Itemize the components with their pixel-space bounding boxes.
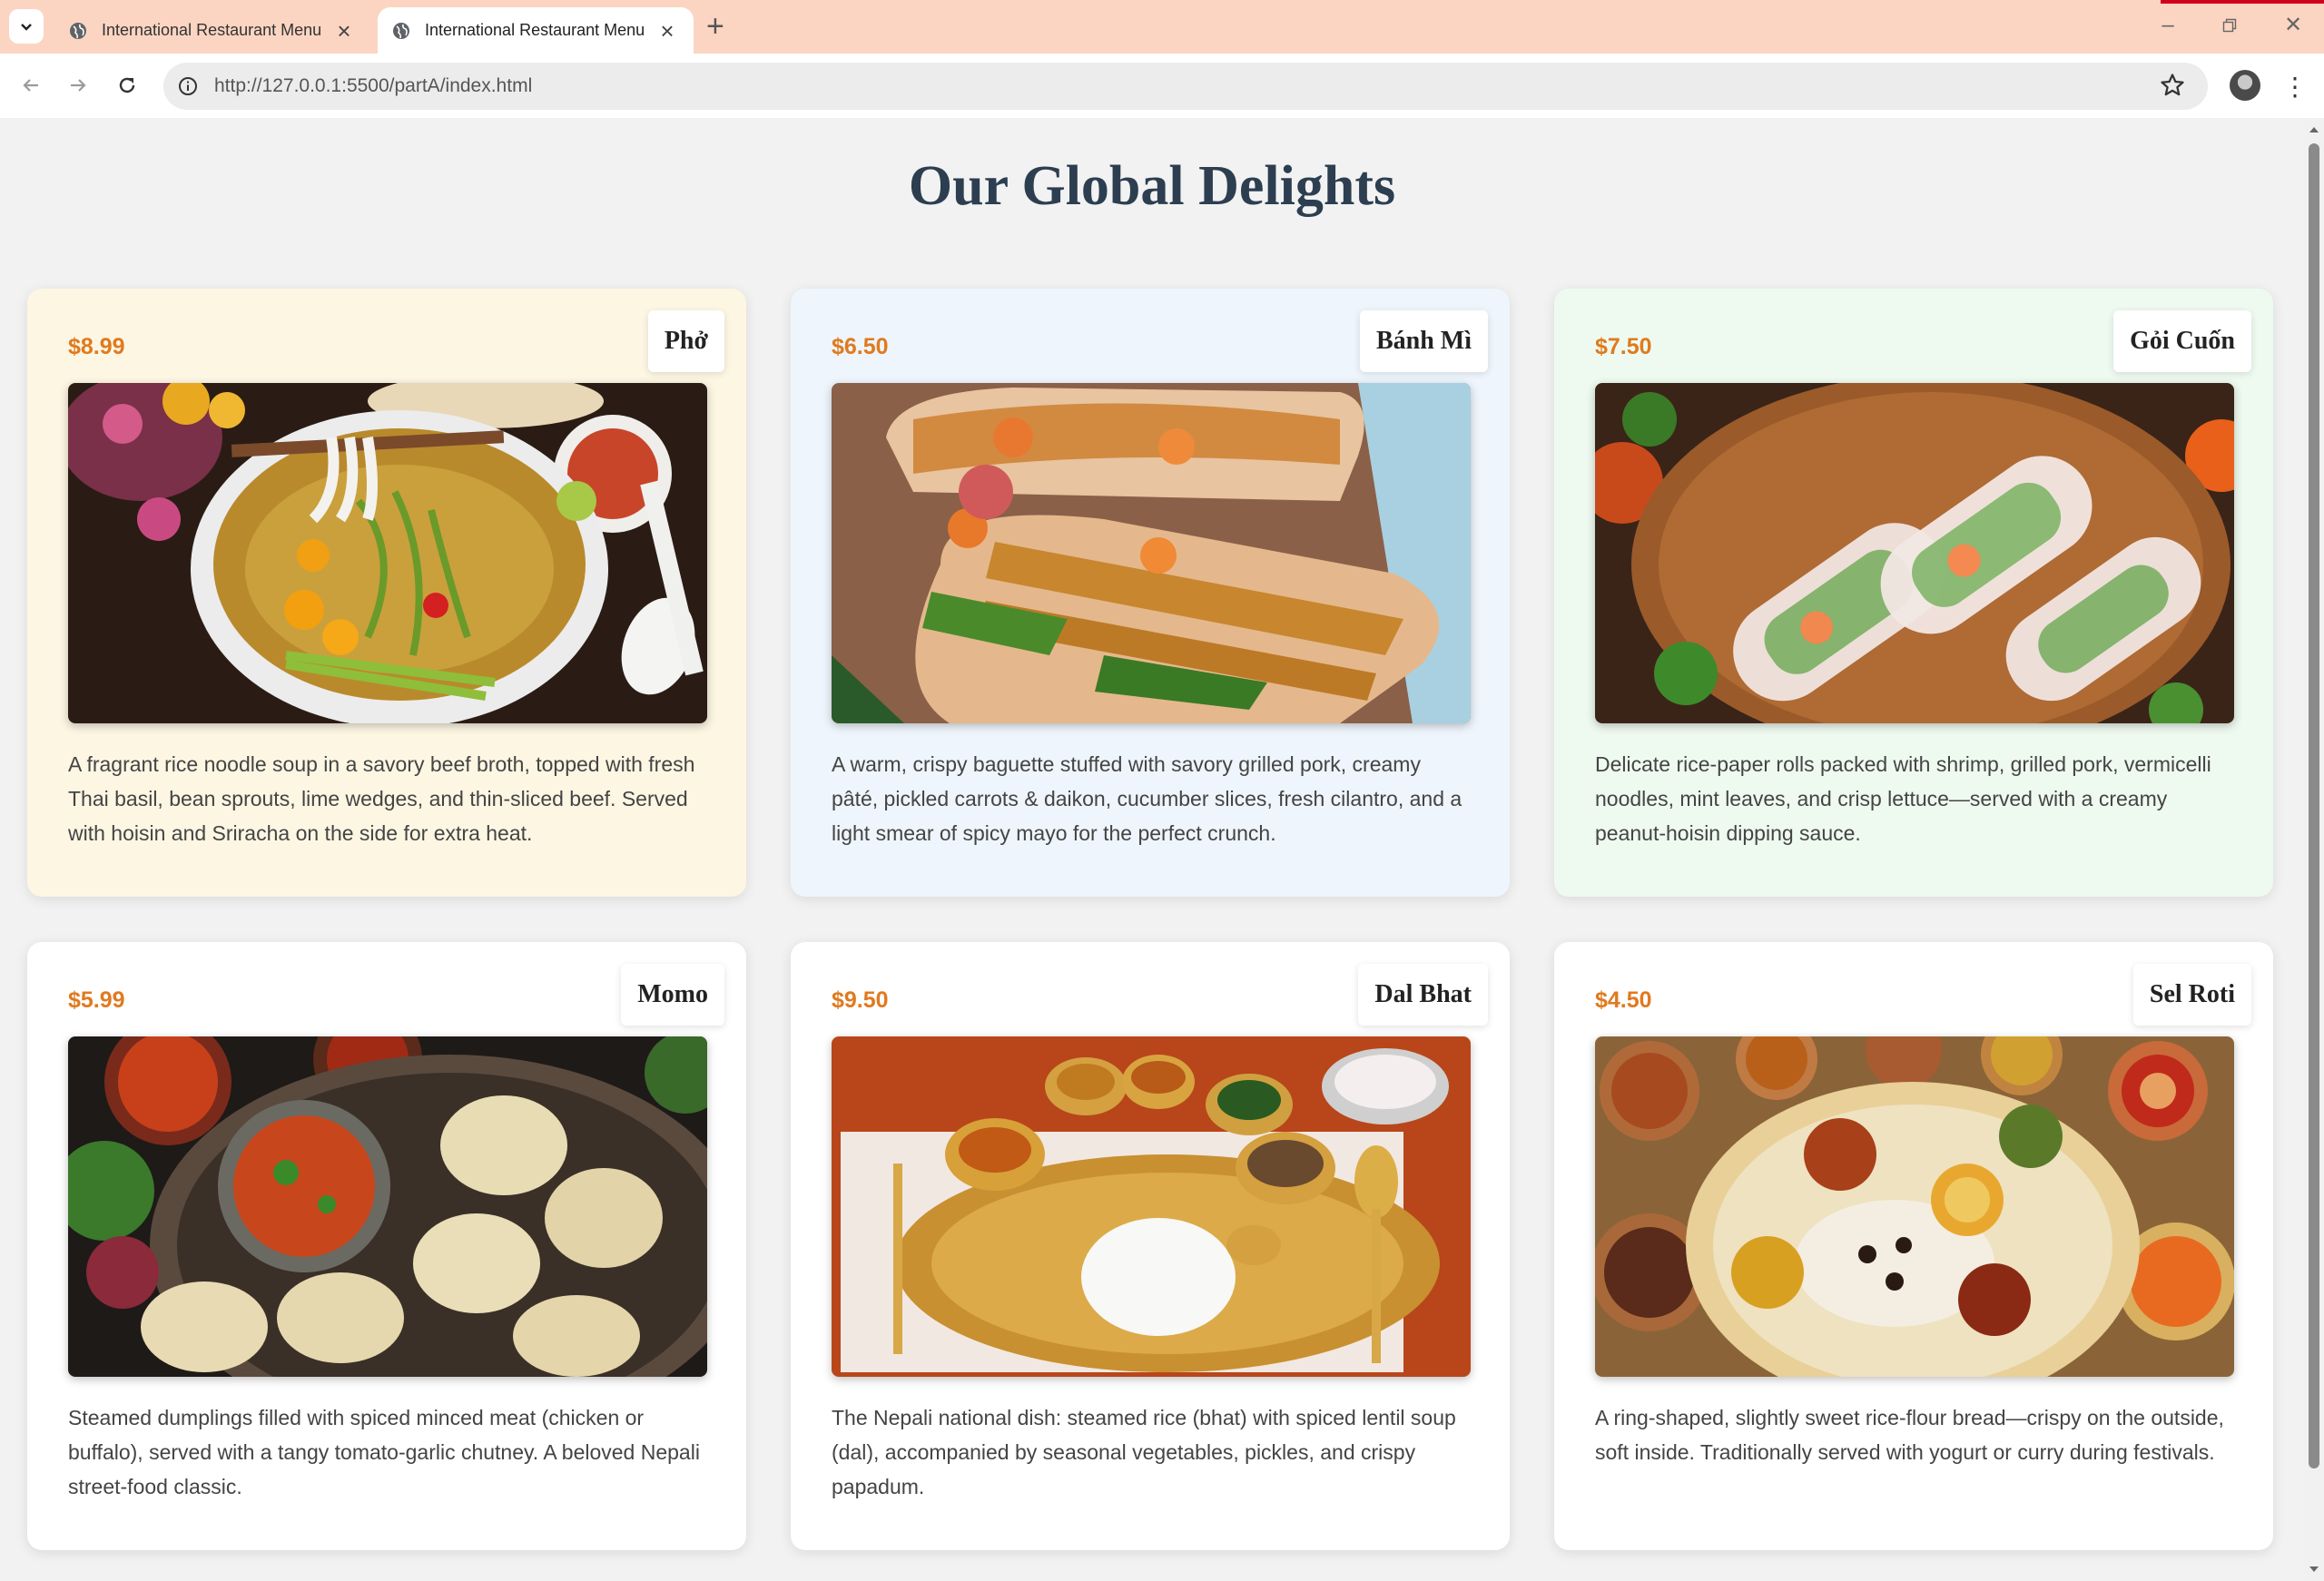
tab-search-button[interactable]: [9, 9, 44, 44]
scrollbar-thumb[interactable]: [2309, 143, 2319, 1468]
close-window-icon[interactable]: ✕: [2275, 7, 2311, 44]
minimize-icon[interactable]: –: [2150, 7, 2186, 44]
dish-name: Momo: [621, 964, 724, 1026]
dish-name: Sel Roti: [2132, 964, 2251, 1026]
menu-card: $6.50 Bánh Mì A warm, crispy baguette st…: [791, 289, 1510, 897]
dish-price: $7.50: [1595, 334, 1652, 359]
page-title: Our Global Delights: [908, 155, 1396, 217]
dish-price: $6.50: [832, 334, 889, 359]
vertical-scrollbar[interactable]: [2304, 118, 2324, 1581]
globe-icon: [70, 22, 86, 39]
tab-strip: International Restaurant Menu × Internat…: [0, 0, 2324, 54]
forward-icon[interactable]: [60, 67, 96, 103]
dish-name: Dal Bhat: [1358, 964, 1488, 1026]
tab-title: International Restaurant Menu: [102, 21, 322, 39]
dish-photo: [832, 1036, 1471, 1377]
tab-inactive[interactable]: International Restaurant Menu ×: [54, 7, 370, 54]
kebab-menu-icon[interactable]: ⋮: [2282, 68, 2308, 104]
close-icon[interactable]: ×: [332, 19, 356, 43]
scroll-up-arrow-icon[interactable]: [2308, 123, 2320, 136]
dish-photo: [832, 383, 1471, 723]
restore-icon[interactable]: [2211, 7, 2248, 44]
dish-price: $4.50: [1595, 987, 1652, 1013]
avatar[interactable]: [2230, 70, 2260, 101]
menu-card: $8.99 Phở A fragrant rice noodle soup in…: [27, 289, 746, 897]
menu-card: $5.99 Momo Steamed dumplings filled with…: [27, 942, 746, 1550]
dish-photo: [1595, 1036, 2234, 1377]
tab-active[interactable]: International Restaurant Menu ×: [378, 7, 694, 54]
dish-description: A ring-shaped, slightly sweet rice-flour…: [1595, 1406, 2224, 1464]
tab-title: International Restaurant Menu: [425, 21, 645, 39]
back-icon[interactable]: [13, 67, 49, 103]
dish-price: $9.50: [832, 987, 889, 1013]
dish-photo: [68, 1036, 707, 1377]
page-viewport: Our Global Delights $8.99 Phở A fragrant…: [0, 118, 2304, 1581]
dish-name: Phở: [647, 310, 724, 372]
plus-icon[interactable]: +: [706, 11, 724, 42]
dish-photo: [1595, 383, 2234, 723]
dish-name: Gỏi Cuốn: [2113, 310, 2251, 372]
toolbar: http://127.0.0.1:5500/partA/index.html ⋮: [0, 54, 2324, 120]
dish-price: $8.99: [68, 334, 125, 359]
url-text: http://127.0.0.1:5500/partA/index.html: [214, 75, 533, 96]
dish-description: A warm, crispy baguette stuffed with sav…: [832, 752, 1462, 845]
dish-description: The Nepali national dish: steamed rice (…: [832, 1406, 1456, 1498]
chevron-down-icon: [21, 24, 32, 31]
dish-price: $5.99: [68, 987, 125, 1013]
dish-description: Delicate rice-paper rolls packed with sh…: [1595, 752, 2211, 845]
dish-description: A fragrant rice noodle soup in a savory …: [68, 752, 695, 845]
address-bar[interactable]: http://127.0.0.1:5500/partA/index.html: [163, 63, 2208, 110]
close-icon[interactable]: ×: [655, 19, 679, 43]
info-icon[interactable]: [178, 76, 198, 96]
dish-photo: [68, 383, 707, 723]
menu-card: $9.50 Dal Bhat The Nepali national dish:…: [791, 942, 1510, 1550]
dish-name: Bánh Mì: [1359, 310, 1488, 372]
dish-description: Steamed dumplings filled with spiced min…: [68, 1406, 700, 1498]
recording-indicator: [2161, 0, 2324, 4]
globe-icon: [393, 22, 409, 39]
reload-icon[interactable]: [109, 67, 145, 103]
menu-card: $7.50 Gỏi Cuốn Delicate rice-paper rolls…: [1554, 289, 2273, 897]
star-icon[interactable]: [2159, 72, 2186, 99]
scroll-down-arrow-icon[interactable]: [2308, 1563, 2320, 1576]
menu-card: $4.50 Sel Roti A ring-shaped, slightly s…: [1554, 942, 2273, 1550]
